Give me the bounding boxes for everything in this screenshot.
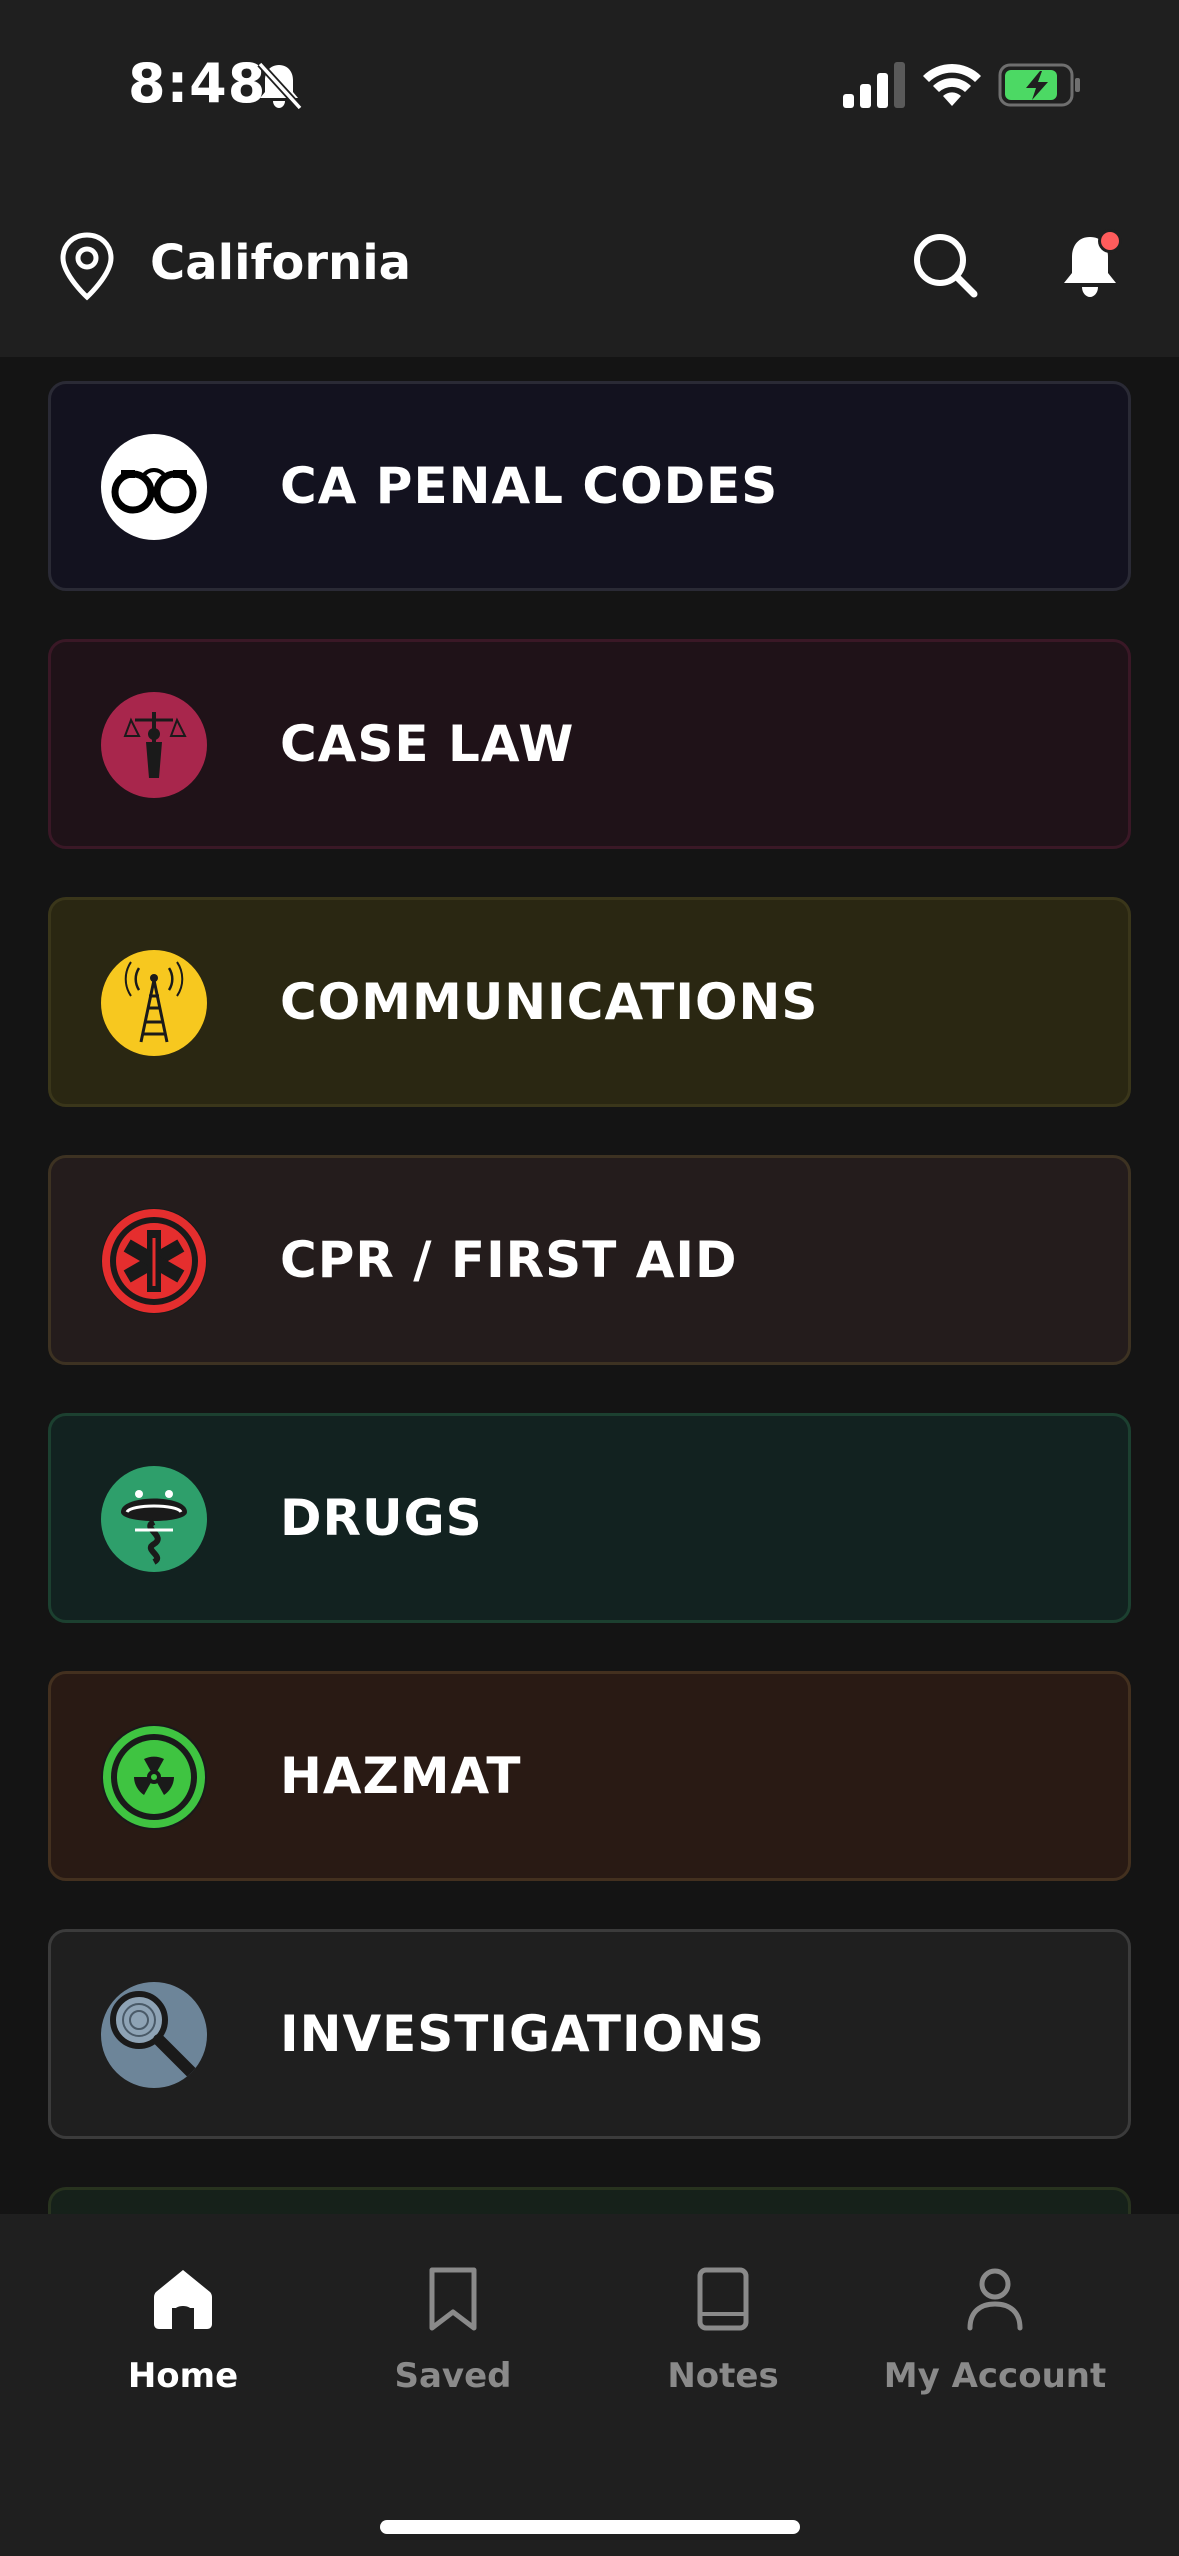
search-icon[interactable] (910, 230, 980, 300)
nav-my-account[interactable]: My Account (860, 2264, 1130, 2424)
category-label: CA PENAL CODES (280, 457, 779, 515)
nav-label: Home (127, 2356, 239, 2396)
category-card-case-law[interactable]: CASE LAW (48, 639, 1131, 849)
radio-tower-icon (101, 950, 207, 1056)
nav-label: Saved (394, 2356, 512, 2396)
nav-home[interactable]: Home (48, 2264, 318, 2424)
category-card-communications[interactable]: COMMUNICATIONS (48, 897, 1131, 1107)
bookmark-icon (429, 2267, 477, 2331)
status-bar: 8:48 (0, 0, 1179, 175)
radiation-icon (101, 1724, 207, 1830)
user-icon (967, 2268, 1023, 2331)
cellular-signal-icon (843, 62, 905, 108)
category-label: CPR / FIRST AID (280, 1231, 738, 1289)
category-label: DRUGS (280, 1489, 483, 1547)
location-label[interactable]: California (150, 235, 411, 291)
category-label: CASE LAW (280, 715, 575, 773)
star-of-life-icon (101, 1208, 207, 1314)
category-badge (101, 950, 207, 1056)
category-label: INVESTIGATIONS (280, 2005, 765, 2063)
category-card-hazmat[interactable]: HAZMAT (48, 1671, 1131, 1881)
magnifying-glass-icon (101, 1982, 207, 2088)
category-card-drugs[interactable]: DRUGS (48, 1413, 1131, 1623)
home-indicator (380, 2520, 800, 2534)
justice-scales-icon (101, 692, 207, 798)
handcuffs-icon (101, 434, 207, 540)
category-card-investigations[interactable]: INVESTIGATIONS (48, 1929, 1131, 2139)
bell-slash-icon (257, 61, 303, 111)
location-pin-icon[interactable] (55, 231, 119, 301)
category-list[interactable]: CA PENAL CODES CASE LAW COMMUNICATIONS C… (0, 357, 1179, 2214)
category-badge (101, 1982, 207, 2088)
bottom-navigation: Home Saved Notes My Account (0, 2214, 1179, 2556)
category-badge (101, 1208, 207, 1314)
app-header: California (0, 175, 1179, 357)
wifi-icon (923, 63, 981, 106)
category-card-ca-penal-codes[interactable]: CA PENAL CODES (48, 381, 1131, 591)
status-time: 8:48 (128, 52, 267, 115)
category-badge (101, 1724, 207, 1830)
category-label: COMMUNICATIONS (280, 973, 819, 1031)
category-card-cpr-first-aid[interactable]: CPR / FIRST AID (48, 1155, 1131, 1365)
category-badge (101, 434, 207, 540)
book-icon (697, 2267, 749, 2331)
notification-bell-icon[interactable] (1060, 227, 1126, 301)
snake-bowl-icon (101, 1466, 207, 1572)
category-label: HAZMAT (280, 1747, 522, 1805)
nav-notes[interactable]: Notes (588, 2264, 858, 2424)
nav-label: Notes (667, 2356, 779, 2396)
category-badge (101, 1466, 207, 1572)
category-card-partial[interactable] (48, 2187, 1131, 2214)
home-icon (154, 2270, 212, 2329)
battery-charging-icon (998, 63, 1080, 107)
category-badge (101, 692, 207, 798)
notification-dot (1101, 232, 1119, 250)
nav-saved[interactable]: Saved (318, 2264, 588, 2424)
nav-label: My Account (883, 2356, 1107, 2396)
